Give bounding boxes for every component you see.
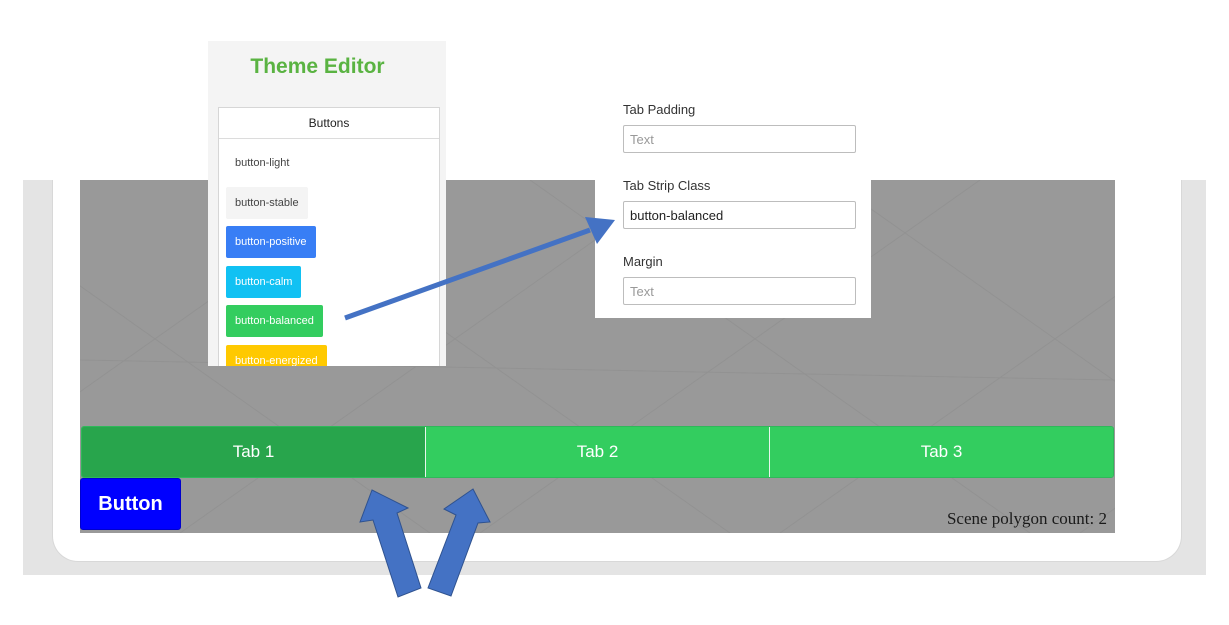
sample-button-calm[interactable]: button-calm <box>226 265 302 298</box>
tab-padding-input[interactable] <box>623 125 856 153</box>
scene-button[interactable]: Button <box>80 478 181 530</box>
sample-button-positive[interactable]: button-positive <box>226 226 316 258</box>
buttons-card: Buttons button-light button-stable butto… <box>218 107 440 366</box>
sample-button-light[interactable]: button-light <box>226 147 299 179</box>
tab-strip-class-label: Tab Strip Class <box>623 178 711 193</box>
tab-3[interactable]: Tab 3 <box>769 427 1113 477</box>
sample-button-energized[interactable]: button-energized <box>226 344 327 366</box>
buttons-card-header: Buttons <box>219 108 439 139</box>
button-sample-list: button-light button-stable button-positi… <box>219 139 439 366</box>
tab-padding-label: Tab Padding <box>623 102 696 117</box>
properties-panel: Tab Padding Tab Strip Class Margin <box>595 93 871 318</box>
tab-1[interactable]: Tab 1 <box>82 427 425 477</box>
margin-input[interactable] <box>623 277 856 305</box>
sample-button-balanced[interactable]: button-balanced <box>226 305 323 337</box>
screenshot-stage: Tab 1 Tab 2 Tab 3 Button Scene polygon c… <box>0 0 1229 625</box>
theme-editor-panel: Theme Editor Buttons button-light button… <box>208 41 446 366</box>
tab-strip: Tab 1 Tab 2 Tab 3 <box>81 426 1114 478</box>
tab-2[interactable]: Tab 2 <box>425 427 769 477</box>
polygon-count-label: Scene polygon count: 2 <box>946 509 1107 528</box>
tab-strip-class-input[interactable] <box>623 201 856 229</box>
theme-editor-title: Theme Editor <box>250 55 385 78</box>
margin-label: Margin <box>623 254 663 269</box>
sample-button-stable[interactable]: button-stable <box>226 186 308 219</box>
